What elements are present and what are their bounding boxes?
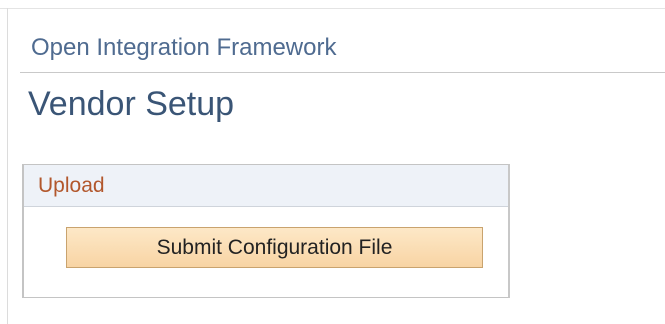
submit-configuration-file-button[interactable]: Submit Configuration File: [66, 227, 483, 268]
page-title: Vendor Setup: [28, 85, 235, 123]
upload-group-box: Upload Submit Configuration File: [22, 164, 510, 298]
upload-section-title: Upload: [38, 174, 105, 197]
upload-group-header: Upload: [24, 165, 508, 207]
title-divider: [20, 72, 665, 73]
left-border: [7, 8, 8, 324]
app-title: Open Integration Framework: [31, 34, 337, 61]
top-border: [0, 8, 665, 9]
